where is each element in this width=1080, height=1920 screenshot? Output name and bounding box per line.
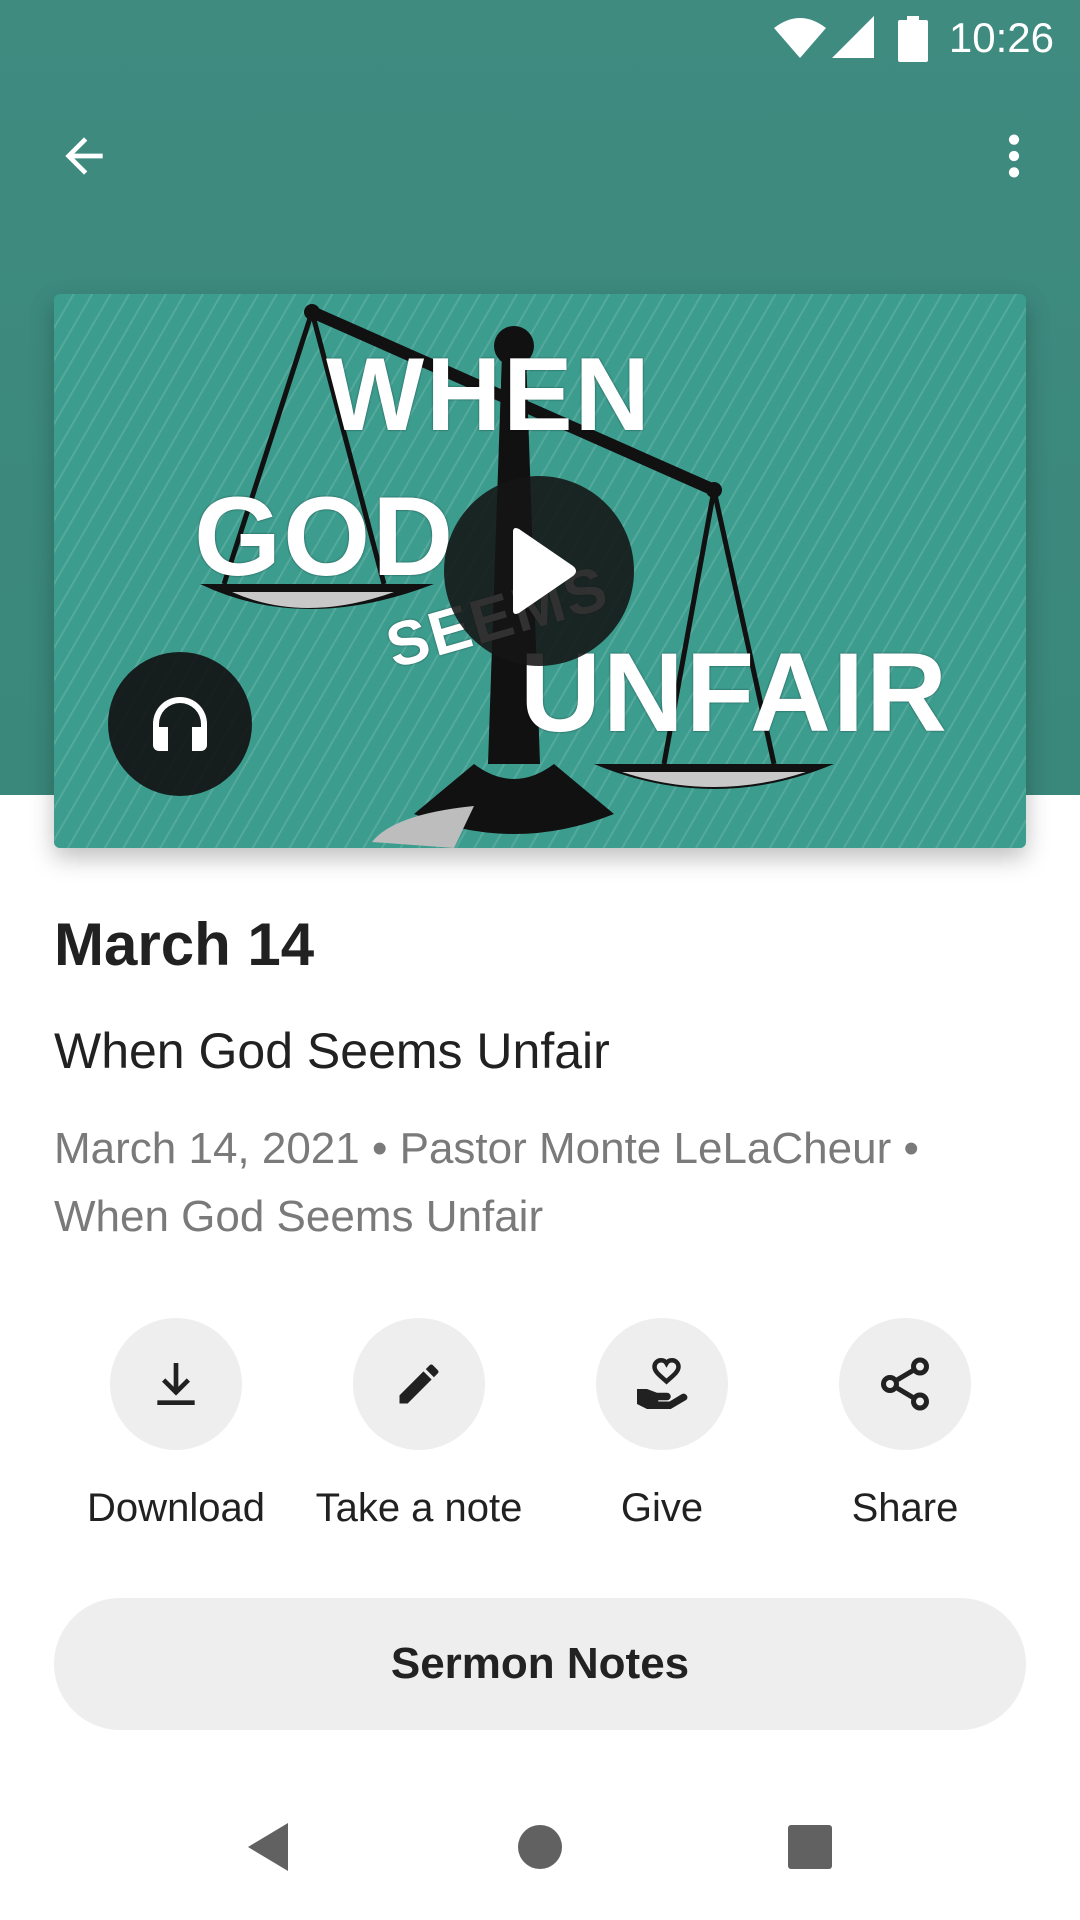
artwork-word-god: GOD [194, 474, 456, 599]
artwork-word-when: WHEN [326, 337, 652, 453]
nav-recents-button[interactable] [778, 1815, 842, 1879]
arrow-back-icon [65, 137, 103, 175]
download-icon [157, 1363, 195, 1405]
share-button[interactable]: Share [785, 1318, 1025, 1531]
give-label: Give [620, 1486, 704, 1530]
share-icon [881, 1357, 929, 1411]
download-circle[interactable] [110, 1318, 242, 1450]
status-time: 10:26 [948, 14, 1054, 61]
sermon-artwork[interactable]: WHEN GOD SEEMS UNFAIR [54, 294, 1026, 848]
sermon-meta: March 14, 2021 • Pastor Monte LeLaCheur … [54, 1124, 919, 1241]
give-heart-hand-icon [637, 1357, 688, 1409]
audio-button[interactable] [108, 652, 252, 796]
status-bar: 10:26 [0, 0, 1080, 80]
nav-back-button[interactable] [236, 1815, 300, 1879]
nav-home-icon [518, 1825, 562, 1869]
take-note-circle[interactable] [353, 1318, 485, 1450]
sermon-subtitle: When God Seems Unfair [54, 1023, 610, 1079]
take-note-button[interactable]: Take a note [299, 1318, 539, 1531]
wifi-icon [772, 16, 828, 65]
take-note-label: Take a note [315, 1486, 523, 1530]
download-button[interactable]: Download [56, 1318, 296, 1531]
nav-back-icon [248, 1823, 288, 1871]
nav-recents-icon [788, 1825, 832, 1869]
download-label: Download [87, 1486, 265, 1530]
sermon-title: March 14 [54, 911, 315, 978]
back-button[interactable] [48, 120, 120, 192]
signal-icon [830, 16, 876, 65]
more-options-button[interactable] [978, 120, 1050, 192]
play-button[interactable] [444, 476, 634, 666]
give-button[interactable]: Give [542, 1318, 782, 1531]
play-icon [513, 528, 576, 614]
nav-home-button[interactable] [508, 1815, 572, 1879]
share-circle[interactable] [839, 1318, 971, 1450]
give-circle[interactable] [596, 1318, 728, 1450]
battery-icon [898, 16, 928, 67]
headphones-icon [153, 697, 207, 751]
sermon-notes-button[interactable]: Sermon Notes [54, 1598, 1026, 1730]
pencil-icon [399, 1364, 439, 1404]
share-label: Share [851, 1486, 959, 1530]
more-vert-icon [1008, 134, 1020, 178]
